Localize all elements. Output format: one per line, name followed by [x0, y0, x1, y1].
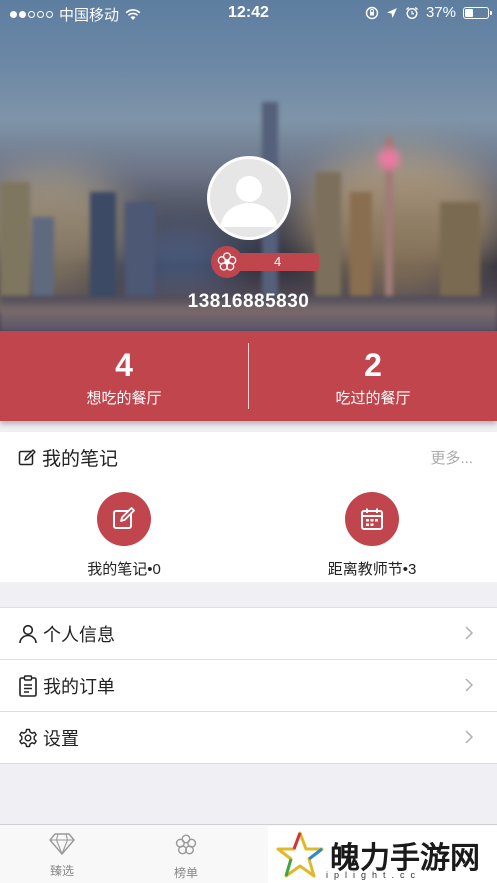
stat-label: 吃过的餐厅 — [335, 390, 411, 407]
chevron-right-icon — [465, 730, 473, 744]
phone-number: 13816885830 — [187, 291, 310, 312]
site-watermark: 魄力手游网 iplight.cc — [268, 826, 497, 883]
stat-want-to-eat[interactable]: 4 想吃的餐厅 — [0, 331, 248, 421]
menu-item-label: 设置 — [43, 728, 79, 749]
tab-rankings[interactable]: 榜单 — [151, 833, 221, 881]
teachers-day-item[interactable]: 距离教师节•3 — [292, 492, 452, 579]
star-logo-icon — [276, 831, 324, 877]
avatar[interactable] — [207, 156, 291, 240]
notes-section: 我的笔记 更多... 我的笔记•0 距离教师节•3 — [0, 432, 497, 582]
person-icon — [17, 623, 39, 645]
edit-icon — [18, 448, 36, 465]
flower-icon — [211, 246, 243, 278]
chevron-right-icon — [465, 678, 473, 692]
location-icon — [386, 7, 397, 18]
edit-icon — [113, 507, 135, 529]
teachers-day-button[interactable] — [345, 492, 399, 546]
notes-header: 我的笔记 — [18, 444, 118, 471]
chevron-right-icon — [465, 626, 473, 640]
stat-value: 2 — [364, 347, 382, 383]
stat-eaten[interactable]: 2 吃过的餐厅 — [249, 331, 497, 421]
my-notes-label: 我的笔记•0 — [87, 561, 161, 578]
rotation-lock-icon — [365, 6, 379, 19]
flower-icon — [175, 834, 197, 855]
default-avatar-icon — [221, 176, 277, 227]
watermark-subtext: iplight.cc — [326, 870, 422, 880]
menu-item-my-orders[interactable]: 我的订单 — [0, 660, 497, 712]
alarm-icon — [406, 6, 418, 19]
my-notes-item[interactable]: 我的笔记•0 — [44, 492, 204, 579]
teachers-day-label: 距离教师节•3 — [327, 561, 417, 578]
settings-menu: 个人信息 我的订单 设置 — [0, 607, 497, 764]
tab-label: 榜单 — [173, 866, 198, 880]
level-number: 4 — [237, 253, 319, 271]
more-link[interactable]: 更多... — [430, 447, 473, 468]
menu-item-settings[interactable]: 设置 — [0, 712, 497, 764]
level-badge: 4 — [211, 246, 319, 278]
menu-item-label: 我的订单 — [43, 676, 115, 697]
my-notes-button[interactable] — [97, 492, 151, 546]
gear-icon — [17, 727, 39, 749]
stat-value: 4 — [115, 347, 133, 383]
calendar-icon — [361, 508, 383, 530]
menu-item-profile-info[interactable]: 个人信息 — [0, 608, 497, 660]
stat-label: 想吃的餐厅 — [86, 390, 162, 407]
status-bar: 中国移动 12:42 37% — [0, 0, 497, 26]
battery-fill — [465, 8, 474, 17]
profile-screen: 中国移动 12:42 37% 4 13816885830 4 想吃的餐厅 2 吃… — [0, 0, 497, 883]
restaurant-stats: 4 想吃的餐厅 2 吃过的餐厅 — [0, 331, 497, 421]
diamond-icon — [49, 833, 75, 856]
clipboard-icon — [17, 674, 39, 697]
battery-percent: 37% — [425, 4, 456, 21]
notes-title: 我的笔记 — [42, 449, 119, 470]
battery-icon — [463, 6, 492, 19]
tab-featured[interactable]: 臻选 — [27, 833, 97, 879]
menu-item-label: 个人信息 — [43, 624, 115, 645]
tab-label: 臻选 — [49, 864, 74, 878]
